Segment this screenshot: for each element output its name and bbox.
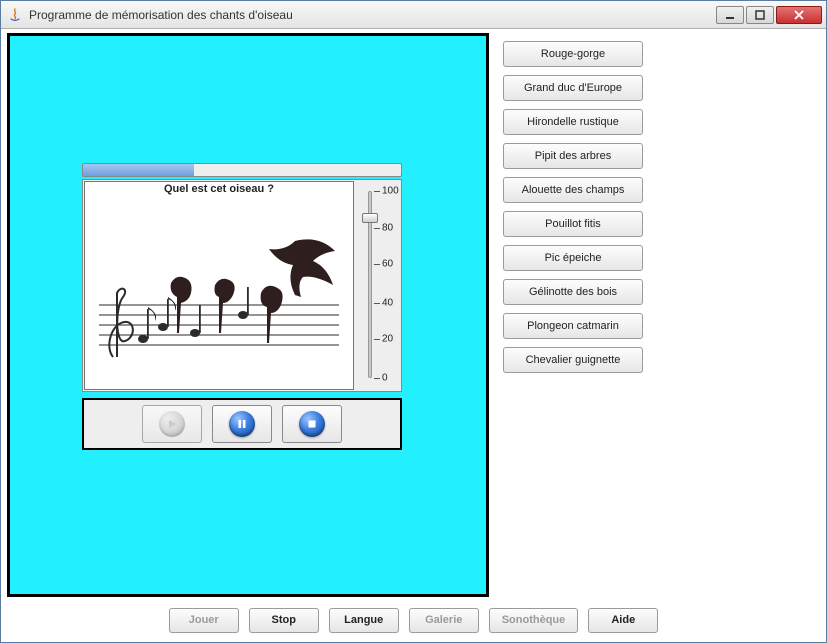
volume-thumb[interactable]: [362, 213, 378, 223]
question-frame: Quel est cet oiseau ?: [82, 179, 402, 392]
tick-label: 20: [382, 334, 393, 345]
bird-choice-button[interactable]: Grand duc d'Europe: [503, 75, 643, 101]
question-label: Quel est cet oiseau ?: [85, 183, 353, 195]
play-button[interactable]: [142, 405, 202, 443]
window-title: Programme de mémorisation des chants d'o…: [29, 8, 714, 22]
stop-button[interactable]: [282, 405, 342, 443]
bird-choice-button[interactable]: Plongeon catmarin: [503, 313, 643, 339]
close-button[interactable]: [776, 6, 822, 24]
pause-button[interactable]: [212, 405, 272, 443]
tick-label: 100: [382, 186, 399, 197]
stop-icon: [299, 411, 325, 437]
play-game-button[interactable]: Jouer: [169, 608, 239, 633]
tick-label: 60: [382, 259, 393, 270]
stop-game-button[interactable]: Stop: [249, 608, 319, 633]
play-icon: [159, 411, 185, 437]
question-image: [91, 197, 347, 389]
content-area: Quel est cet oiseau ?: [1, 29, 826, 642]
volume-slider[interactable]: 100 80 60 40 20 0: [354, 181, 400, 390]
bird-choice-button[interactable]: Chevalier guignette: [503, 347, 643, 373]
sound-library-button[interactable]: Sonothèque: [489, 608, 579, 633]
maximize-button[interactable]: [746, 6, 774, 24]
bird-choice-button[interactable]: Gélinotte des bois: [503, 279, 643, 305]
titlebar: Programme de mémorisation des chants d'o…: [1, 1, 826, 29]
bottom-toolbar: Jouer Stop Langue Galerie Sonothèque Aid…: [7, 598, 820, 636]
bird-choice-button[interactable]: Alouette des champs: [503, 177, 643, 203]
progress-fill: [83, 164, 194, 176]
bird-choice-button[interactable]: Rouge-gorge: [503, 41, 643, 67]
java-app-icon: [7, 7, 23, 23]
main-row: Quel est cet oiseau ?: [7, 33, 820, 598]
language-button[interactable]: Langue: [329, 608, 399, 633]
bird-choice-button[interactable]: Pipit des arbres: [503, 143, 643, 169]
visualization-panel: Quel est cet oiseau ?: [7, 33, 489, 597]
bird-choices-panel: Rouge-gorge Grand duc d'Europe Hirondell…: [503, 33, 820, 598]
tick-label: 40: [382, 297, 393, 308]
tick-label: 80: [382, 222, 393, 233]
bird-choice-button[interactable]: Pouillot fitis: [503, 211, 643, 237]
help-button[interactable]: Aide: [588, 608, 658, 633]
question-image-frame: Quel est cet oiseau ?: [84, 181, 354, 390]
minimize-button[interactable]: [716, 6, 744, 24]
bird-choice-button[interactable]: Hirondelle rustique: [503, 109, 643, 135]
quiz-box: Quel est cet oiseau ?: [82, 163, 402, 392]
tick-label: 0: [382, 372, 388, 383]
media-controls: [82, 398, 402, 450]
bird-choice-button[interactable]: Pic épeiche: [503, 245, 643, 271]
progress-bar: [82, 163, 402, 177]
window-controls: [714, 6, 822, 24]
gallery-button[interactable]: Galerie: [409, 608, 479, 633]
pause-icon: [229, 411, 255, 437]
app-window: Programme de mémorisation des chants d'o…: [0, 0, 827, 643]
